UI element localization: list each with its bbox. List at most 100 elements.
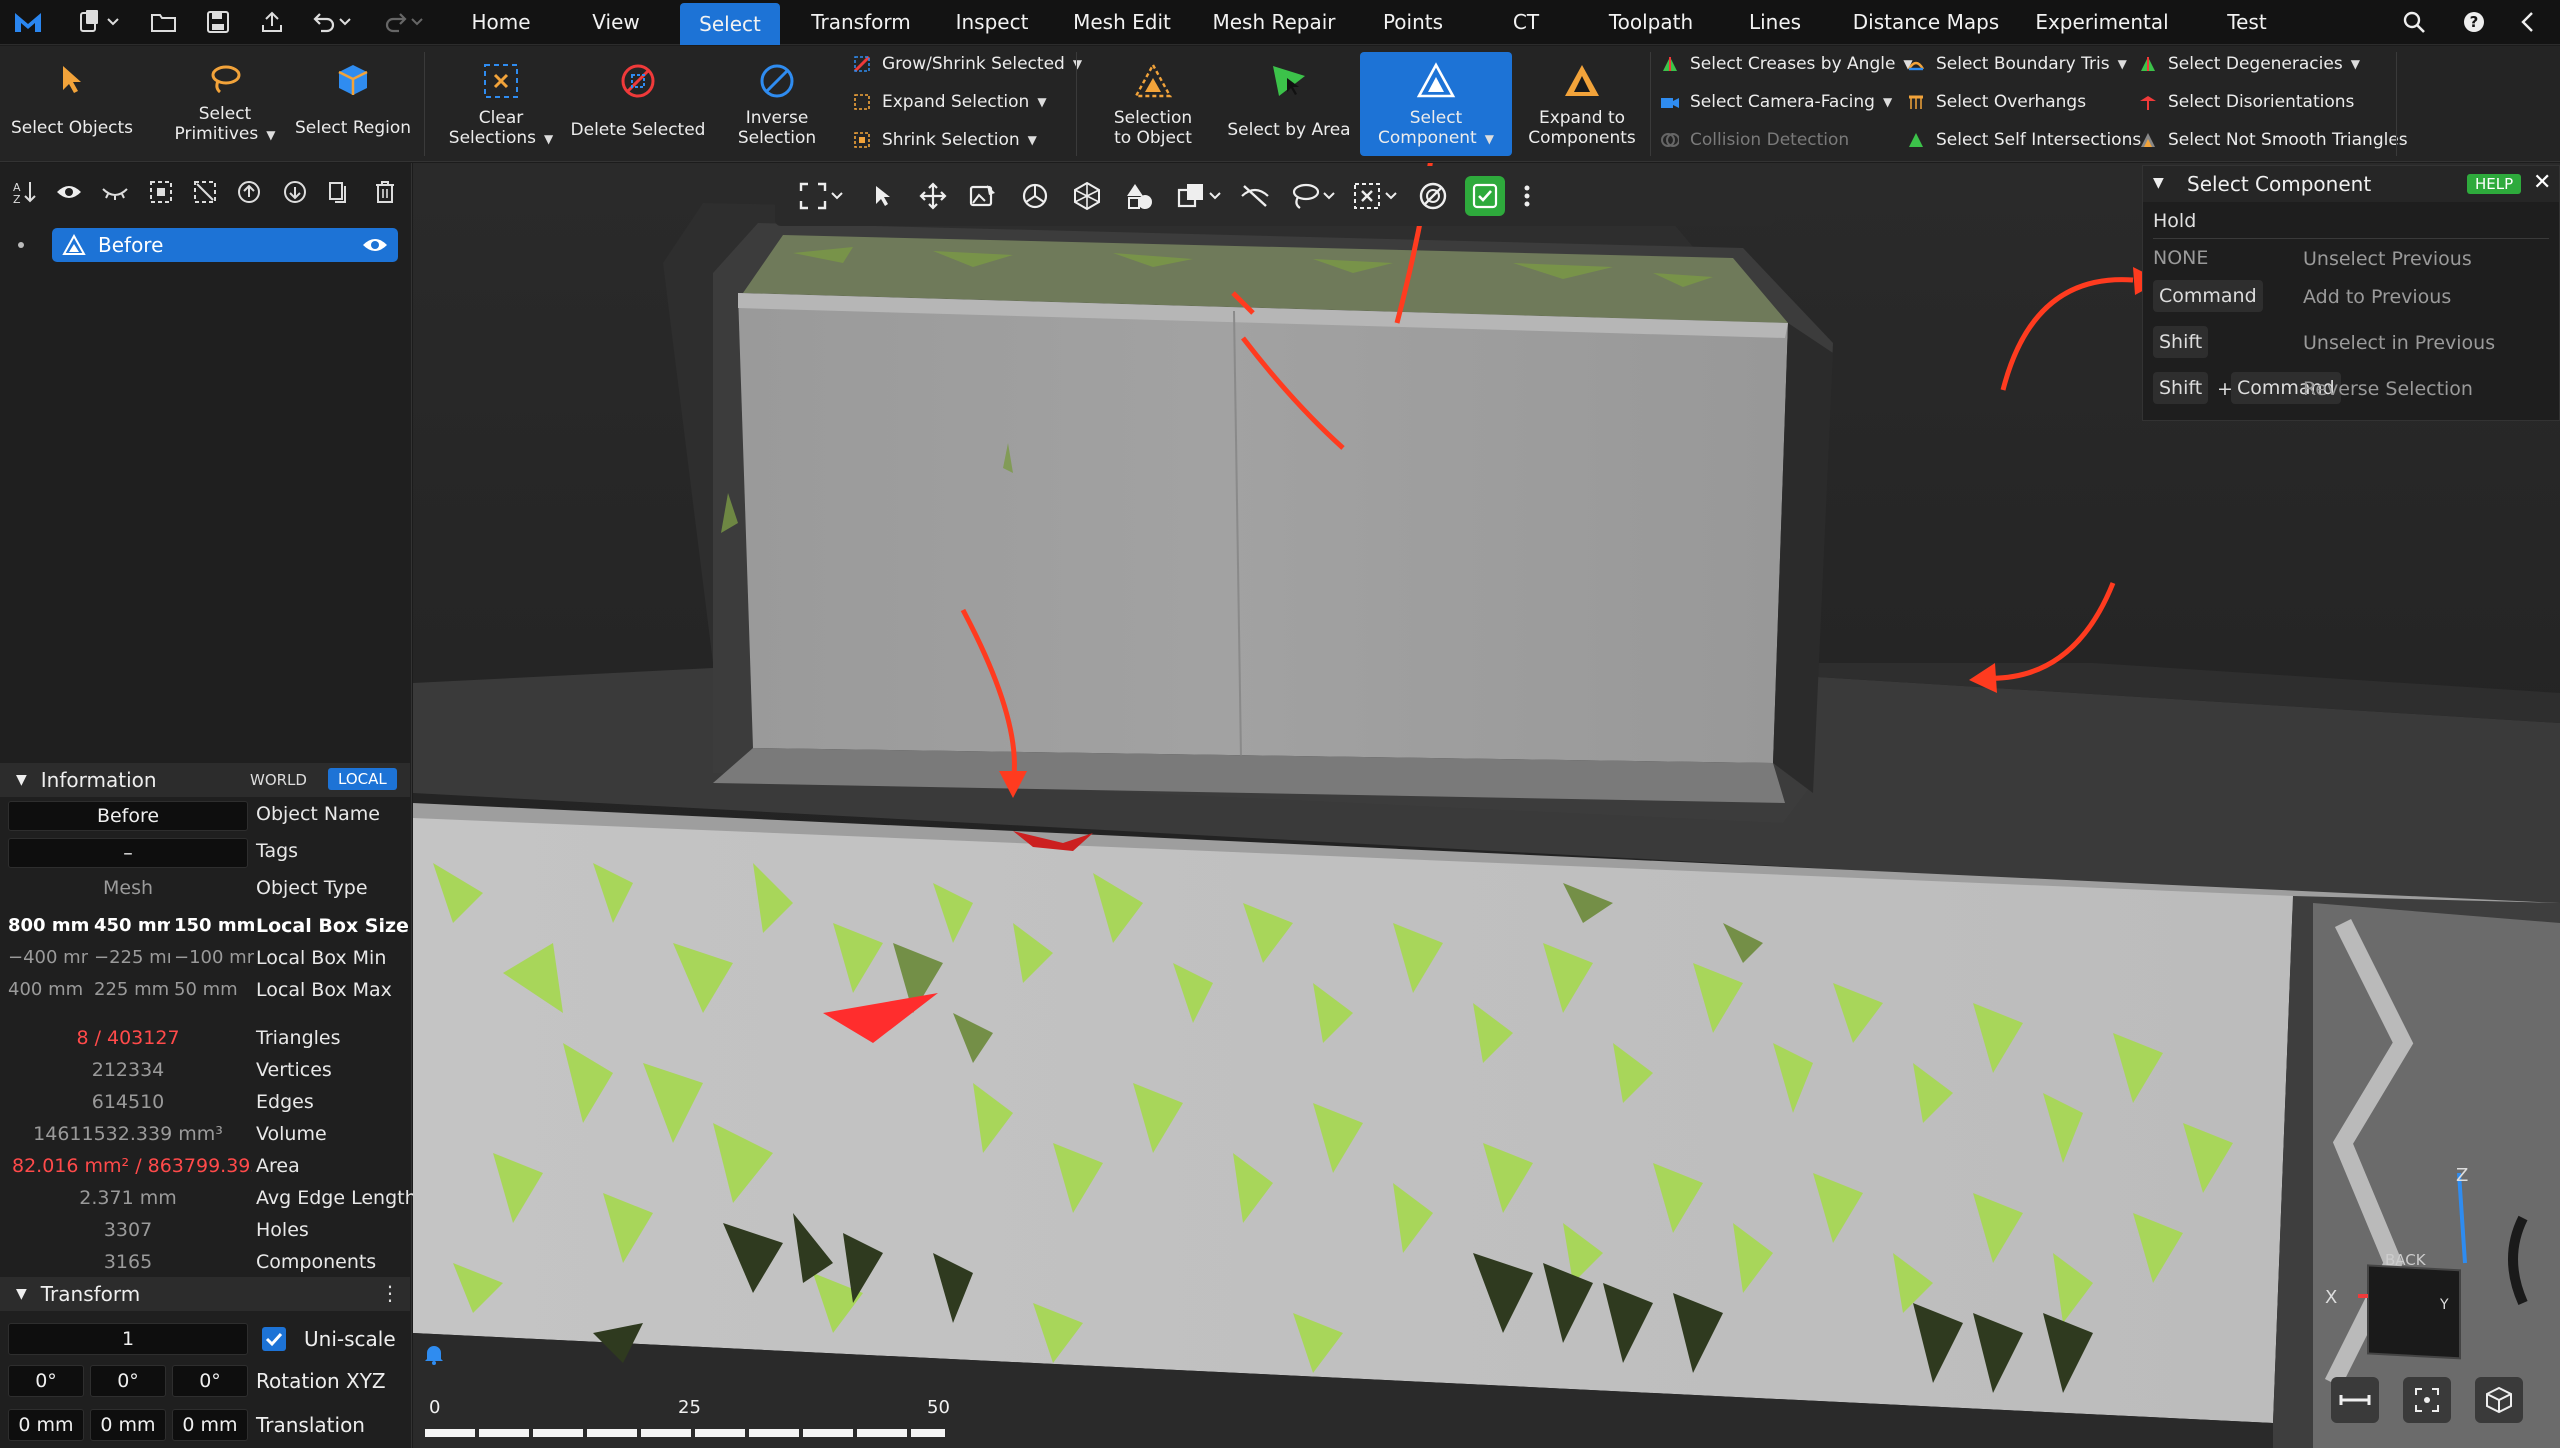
tab-test[interactable]: Test [2200,0,2294,45]
translation-z-input[interactable]: 0 mm [172,1409,248,1441]
move-up-icon[interactable] [234,177,264,207]
chevron-down-icon[interactable] [104,6,122,38]
rotation-y-input[interactable]: 0° [90,1365,166,1397]
chevron-down-icon[interactable]: ▼ [2118,57,2127,71]
tags-field[interactable]: – [8,838,248,868]
search-icon[interactable] [2398,6,2430,38]
chevron-down-icon[interactable]: ▼ [1883,95,1892,109]
chevron-down-icon[interactable]: ▼ [2351,57,2360,71]
chevron-down-icon[interactable]: ▼ [544,132,553,146]
chevron-down-icon[interactable]: ▼ [1028,133,1037,147]
hide-icon[interactable] [1237,178,1273,214]
translation-y-input[interactable]: 0 mm [90,1409,166,1441]
tab-ct[interactable]: CT [1494,0,1558,45]
duplicate-icon[interactable] [324,177,354,207]
select-boundary-tris-button[interactable]: Select Boundary Tris ▼ [1906,50,2127,78]
scene-object-before[interactable]: Before [52,228,398,262]
chevron-down-icon[interactable] [1381,178,1401,214]
tab-transform[interactable]: Transform [804,0,918,45]
open-folder-icon[interactable] [148,6,180,38]
save-icon[interactable] [202,6,234,38]
lasso-select-icon[interactable] [1287,178,1323,214]
trash-icon[interactable] [370,177,400,207]
select-all-icon[interactable] [146,177,176,207]
tab-view[interactable]: View [580,0,652,45]
fit-view-button[interactable] [2403,1377,2451,1423]
chevron-down-icon[interactable] [408,6,426,38]
chevron-down-icon[interactable] [1319,178,1339,214]
world-toggle[interactable]: WORLD [244,769,313,791]
clear-selections-button[interactable]: Clear Selections ▼ [436,46,566,158]
expand-to-components-button[interactable]: Expand to Components [1514,46,1650,158]
select-disorientations-button[interactable]: Select Disorientations [2138,88,2354,116]
tab-distance-maps[interactable]: Distance Maps [1846,0,2006,45]
selection-to-object-button[interactable]: Selection to Object [1086,46,1220,158]
help-icon[interactable]: ? [2458,6,2490,38]
confirm-checkbox-icon[interactable] [1465,176,1505,216]
shrink-selection-button[interactable]: Shrink Selection ▼ [852,126,1037,154]
shapes-icon[interactable] [1121,178,1157,214]
tab-lines[interactable]: Lines [1736,0,1814,45]
tab-mesh-repair[interactable]: Mesh Repair [1206,0,1342,45]
boolean-icon[interactable] [1173,178,1209,214]
hidden-eye-icon[interactable] [100,177,130,207]
chevron-down-icon[interactable] [1205,178,1225,214]
move-down-icon[interactable] [280,177,310,207]
export-icon[interactable] [256,6,288,38]
select-degeneracies-button[interactable]: Select Degeneracies ▼ [2138,50,2360,78]
tab-inspect[interactable]: Inspect [946,0,1038,45]
more-options-icon[interactable]: ⋮ [380,1281,400,1305]
translation-x-input[interactable]: 0 mm [8,1409,84,1441]
view-cube-face-label[interactable]: BACK [2385,1251,2426,1269]
select-not-smooth-button[interactable]: Select Not Smooth Triangles [2138,126,2408,154]
chevron-down-icon[interactable]: ▼ [1073,57,1082,71]
no-select-icon[interactable] [1415,178,1451,214]
transform-header[interactable]: ▼ Transform ⋮ [0,1277,410,1311]
new-file-icon[interactable] [74,6,106,38]
select-objects-button[interactable]: Select Objects [6,46,138,158]
more-options-icon[interactable] [1517,178,1537,214]
chevron-down-icon[interactable]: ▼ [266,128,275,142]
grow-shrink-selected-button[interactable]: Grow/Shrink Selected ▼ [852,50,1082,78]
select-creases-button[interactable]: Select Creases by Angle ▼ [1660,50,1913,78]
inverse-selection-button[interactable]: Inverse Selection [712,46,842,158]
information-header[interactable]: ▼ Information WORLD LOCAL [0,763,410,797]
move-icon[interactable] [915,178,951,214]
measure-button[interactable] [2331,1377,2379,1423]
chevron-down-icon[interactable]: ▼ [1037,95,1046,109]
deselect-icon[interactable] [190,177,220,207]
clear-box-icon[interactable] [1349,178,1385,214]
select-camera-facing-button[interactable]: Select Camera-Facing ▼ [1660,88,1892,116]
chevron-down-icon[interactable]: ▼ [1485,132,1494,146]
visibility-eye-icon[interactable] [362,237,388,253]
close-icon[interactable]: ✕ [2533,170,2551,195]
gizmo-icon[interactable] [1069,178,1105,214]
select-self-intersections-button[interactable]: Select Self Intersections [1906,126,2141,154]
image-edit-icon[interactable] [965,178,1001,214]
sort-icon[interactable]: AZ [10,177,40,207]
select-by-area-button[interactable]: Select by Area [1222,46,1356,158]
select-component-button[interactable]: Select Component ▼ [1360,52,1512,156]
scale-input[interactable]: 1 [8,1323,248,1355]
rotation-x-input[interactable]: 0° [8,1365,84,1397]
tab-home[interactable]: Home [458,0,544,45]
select-region-button[interactable]: Select Region [294,46,412,158]
select-overhangs-button[interactable]: Select Overhangs [1906,88,2086,116]
pointer-icon[interactable] [865,178,901,214]
tab-toolpath[interactable]: Toolpath [1596,0,1706,45]
chevron-down-icon[interactable] [336,6,354,38]
eye-icon[interactable] [54,177,84,207]
object-name-field[interactable]: Before [8,801,248,831]
select-primitives-button[interactable]: Select Primitives ▼ [160,46,290,158]
tab-mesh-edit[interactable]: Mesh Edit [1066,0,1178,45]
expand-selection-button[interactable]: Expand Selection ▼ [852,88,1047,116]
chevron-down-icon[interactable]: ▼ [2153,175,2164,191]
delete-selected-button[interactable]: Delete Selected [571,46,705,158]
rotate-icon[interactable] [1017,178,1053,214]
view-mode-button[interactable] [2475,1377,2523,1423]
uniscale-checkbox[interactable] [262,1327,286,1351]
chevron-down-icon[interactable] [827,178,847,214]
notification-bell-icon[interactable] [423,1343,451,1371]
help-badge[interactable]: HELP [2467,174,2522,194]
tab-points[interactable]: Points [1370,0,1456,45]
